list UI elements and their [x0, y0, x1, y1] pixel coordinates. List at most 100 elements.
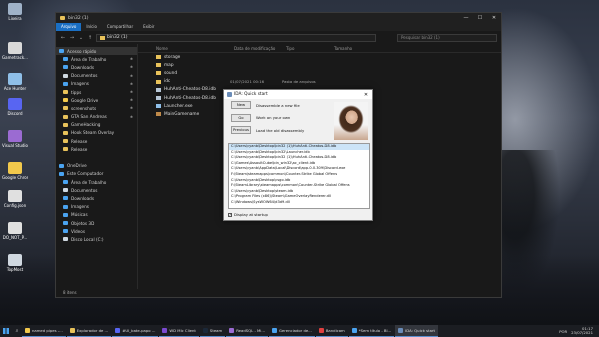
- close-button[interactable]: ✕: [487, 13, 501, 23]
- ida-quick-start-dialog[interactable]: IDA: Quick start ✕ New Disassemble a new…: [223, 89, 373, 221]
- previous-button[interactable]: Previous: [231, 126, 251, 135]
- column-type[interactable]: Tipo: [282, 46, 330, 51]
- taskbar-app[interactable]: ReadSQL - Mi...: [226, 325, 268, 337]
- file-name: HuhAnti-Cheatos-D8.idb: [164, 95, 216, 101]
- taskbar-app[interactable]: #UI_bate-papo ...: [112, 325, 159, 337]
- desktop-icon-item[interactable]: Lixeira: [2, 3, 28, 21]
- taskbar-app[interactable]: Bandicam: [315, 325, 348, 337]
- nav-item[interactable]: Disco Local (C:): [56, 235, 137, 243]
- column-date[interactable]: Data de modificação: [230, 46, 282, 51]
- file-row[interactable]: storage: [138, 53, 501, 61]
- nav-item[interactable]: Documentos ✱: [56, 72, 137, 80]
- go-button[interactable]: Go: [231, 113, 251, 122]
- start-button[interactable]: [0, 325, 12, 337]
- tab-arquivo[interactable]: Arquivo: [56, 23, 82, 31]
- nav-item[interactable]: GTA San Andreas ✱: [56, 113, 137, 121]
- desktop-icon-item[interactable]: DO_NOT_P...: [2, 222, 28, 240]
- folder-icon: [63, 139, 68, 144]
- search-input[interactable]: Pesquisar bin32 (1): [397, 33, 497, 42]
- file-name-cell: HuhAnti-Cheatos-D8.idb: [138, 96, 230, 101]
- desktop-icon-item[interactable]: Config.json: [2, 190, 28, 208]
- desktop-icon-item[interactable]: Visual Studio 2019: [2, 130, 28, 148]
- nav-item[interactable]: OneDrive: [56, 162, 137, 170]
- nav-item[interactable]: Acesso rápido: [56, 47, 137, 56]
- address-bar[interactable]: bin32 (1): [96, 33, 376, 42]
- app-icon: [271, 328, 277, 333]
- taskbar-app[interactable]: named pipes -...: [22, 325, 66, 337]
- nav-item[interactable]: Google Drive ✱: [56, 96, 137, 104]
- taskbar-app[interactable]: *Sem título - Bl...: [348, 325, 395, 337]
- taskbar-app-label: #UI_bate-papo ...: [122, 328, 156, 333]
- tab-exibir[interactable]: Exibir: [138, 23, 159, 31]
- nav-item[interactable]: screenshots ✱: [56, 104, 137, 112]
- up-arrow-icon[interactable]: ↑: [87, 35, 93, 41]
- tab-compartilhar[interactable]: Compartilhar: [102, 23, 138, 31]
- taskbar-app-label: *Sem título - Bl...: [358, 328, 392, 333]
- taskbar-app[interactable]: Explorador de ...: [66, 325, 112, 337]
- nav-item-label: GameHacking: [71, 122, 101, 128]
- file-name: MainGamename: [164, 111, 200, 117]
- dialog-titlebar[interactable]: IDA: Quick start ✕: [224, 90, 372, 99]
- file-row[interactable]: sound: [138, 69, 501, 77]
- column-name[interactable]: Nome: [138, 46, 230, 51]
- file-row[interactable]: map: [138, 61, 501, 69]
- explorer-titlebar[interactable]: bin32 (1) — ☐ ✕: [56, 13, 501, 23]
- display-at-startup[interactable]: ✓ Display at startup: [228, 212, 268, 217]
- desktop-icon-item[interactable]: Google Chrome: [2, 162, 28, 180]
- recent-files-list[interactable]: C:\Users\cyanb\Desktop\bin32 (1)\HuhAnti…: [228, 143, 370, 209]
- nav-item[interactable]: Release: [56, 145, 137, 153]
- recent-file-item[interactable]: F:\SteamLibrary\steamapps\common\Counter…: [229, 183, 369, 189]
- checkbox[interactable]: ✓: [228, 212, 232, 217]
- windows-logo-icon: [3, 328, 9, 334]
- app-icon: [8, 222, 22, 234]
- file-row[interactable]: idc 01/07/2021 00:16 Pasta de arquivos: [138, 78, 501, 86]
- column-size[interactable]: Tamanho: [330, 46, 352, 51]
- taskbar-app[interactable]: Steam: [199, 325, 226, 337]
- forward-arrow-icon[interactable]: →: [69, 35, 75, 41]
- nav-item[interactable]: Release: [56, 137, 137, 145]
- nav-item[interactable]: Músicas: [56, 211, 137, 219]
- chevron-down-icon[interactable]: ⌄: [78, 35, 84, 41]
- app-icon: [8, 98, 22, 110]
- maximize-button[interactable]: ☐: [473, 13, 487, 23]
- desktop-icon-item[interactable]: Gametrack...: [2, 42, 28, 60]
- nav-item[interactable]: Downloads ✱: [56, 63, 137, 71]
- nav-item-label: Área de Trabalho: [71, 56, 107, 62]
- nav-item[interactable]: Objetos 3D: [56, 219, 137, 227]
- desktop-icon-item[interactable]: Ace Hunter: [2, 73, 28, 91]
- nav-item[interactable]: Área de Trabalho ✱: [56, 55, 137, 63]
- new-button[interactable]: New: [231, 101, 251, 110]
- nav-item[interactable]: tipps ✱: [56, 88, 137, 96]
- nav-item[interactable]: GameHacking: [56, 121, 137, 129]
- taskbar-app[interactable]: Gerenciador de...: [268, 325, 315, 337]
- nav-item[interactable]: Imagens: [56, 203, 137, 211]
- nav-item[interactable]: Downloads: [56, 194, 137, 202]
- file-icon: [156, 104, 161, 109]
- desktop-icon-item[interactable]: TopMost: [2, 254, 28, 272]
- download-icon: [63, 196, 68, 201]
- back-arrow-icon[interactable]: ←: [60, 35, 66, 41]
- taskbar-app[interactable]: WD Mlc Client: [159, 325, 199, 337]
- nav-item-label: GTA San Andreas: [71, 114, 107, 120]
- taskbar-apps: named pipes -... Explorador de ... #UI_bat…: [22, 325, 439, 337]
- nav-item[interactable]: Documentos: [56, 186, 137, 194]
- nav-item-label: Objetos 3D: [71, 220, 95, 226]
- search-icon[interactable]: ⌕: [12, 325, 22, 337]
- app-icon: [69, 328, 75, 333]
- language-indicator[interactable]: POR: [559, 329, 567, 334]
- minimize-button[interactable]: —: [459, 13, 473, 23]
- nav-item[interactable]: Vídeos: [56, 227, 137, 235]
- tab-inicio[interactable]: Início: [81, 23, 102, 31]
- close-button[interactable]: ✕: [360, 92, 372, 98]
- desktop-icon-label: Visual Studio 2019: [2, 143, 28, 148]
- taskbar-app[interactable]: IDA: Quick start: [395, 325, 438, 337]
- nav-item[interactable]: Hook Steam Overlay: [56, 129, 137, 137]
- recent-file-item[interactable]: C:\Windows\SysWOW64\d3d9.dll: [229, 200, 369, 206]
- nav-item[interactable]: Imagens ✱: [56, 80, 137, 88]
- nav-item[interactable]: Este Computador: [56, 170, 137, 178]
- clock[interactable]: 01:17 23/07/2021: [571, 326, 593, 336]
- pictures-icon: [63, 81, 68, 86]
- desktop-icon-item[interactable]: Discord: [2, 98, 28, 116]
- file-icon: [156, 55, 161, 60]
- nav-item[interactable]: Área de Trabalho: [56, 178, 137, 186]
